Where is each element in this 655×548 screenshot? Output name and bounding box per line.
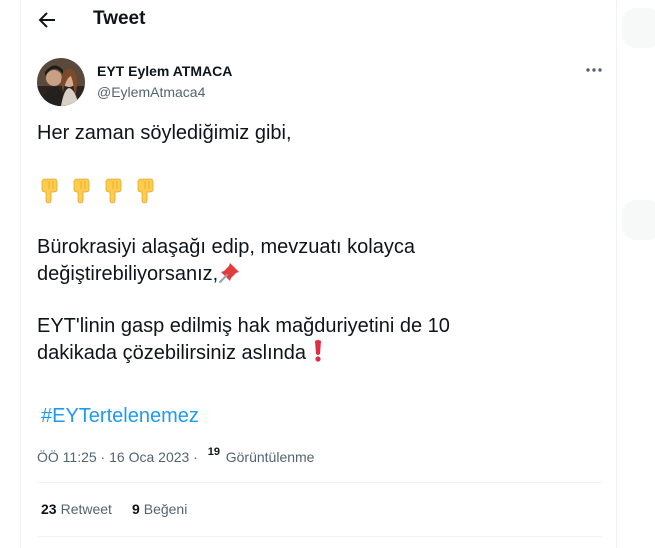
page-header: Tweet — [21, 0, 618, 40]
tweet-stats: 23 Retweet 9 Beğeni — [41, 501, 187, 517]
page-title: Tweet — [93, 8, 146, 29]
pushpin-icon — [219, 263, 240, 283]
meta-separator: · — [96, 449, 110, 465]
tweet-time[interactable]: ÖÖ 11:25 — [37, 449, 97, 465]
author-handle[interactable]: @EylemAtmaca4 — [97, 84, 205, 100]
more-horizontal-icon — [586, 68, 602, 72]
views-label: Görüntülenme — [225, 449, 315, 465]
tweet-line: Her zaman söylediğimiz gibi, — [37, 122, 292, 144]
tweet-line: EYT'linin gasp edilmiş hak mağduriyetini… — [37, 315, 450, 337]
views-count: 19 27 — [207, 447, 222, 458]
hashtag-link[interactable]: #EYTertelenemez — [41, 405, 199, 428]
arrow-left-icon — [38, 12, 55, 28]
pointing-down-icon — [105, 178, 122, 204]
pointing-down-icon — [73, 178, 90, 204]
avatar-photo — [37, 58, 85, 106]
tweet-line: değiştirebiliyorsanız, — [37, 260, 597, 287]
back-button[interactable] — [35, 8, 59, 32]
tweet-line-text: dakikada çözebilirsiniz aslında — [37, 342, 307, 364]
pointing-down-icon — [137, 178, 154, 204]
tweet-text: Her zaman söylediğimiz gibi, Bürokrasiyi… — [37, 120, 597, 366]
tweet-meta: ÖÖ 11:25 · 16 Oca 2023 · 19 27 Görüntüle… — [37, 447, 314, 467]
avatar[interactable] — [37, 58, 85, 106]
pointing-down-icon — [41, 178, 58, 204]
retweet-count: 23 — [41, 501, 57, 517]
retweet-label: Retweet — [60, 501, 112, 517]
likes-stat[interactable]: 9 Beğeni — [132, 501, 187, 517]
sidebar-panel — [622, 200, 655, 240]
divider — [37, 482, 602, 483]
retweets-stat[interactable]: 23 Retweet — [41, 501, 112, 517]
tweet-date[interactable]: 16 Oca 2023 — [109, 449, 189, 465]
sidebar-panel — [622, 8, 655, 48]
tweet-line-text: değiştirebiliyorsanız, — [37, 263, 219, 285]
tweet-line: Bürokrasiyi alaşağı edip, mevzuatı kolay… — [37, 236, 415, 258]
tweet-line: dakikada çözebilirsiniz aslında — [37, 339, 597, 366]
author-name[interactable]: EYT Eylem ATMACA — [97, 63, 232, 79]
tweet-column: Tweet EYT Eylem ATMACA @EylemAtmaca4 Her… — [20, 0, 617, 548]
pointing-down-row — [37, 178, 597, 204]
right-sidebar — [618, 0, 655, 548]
more-button[interactable] — [583, 62, 605, 78]
like-count: 9 — [131, 501, 140, 517]
red-exclamation-icon — [314, 340, 321, 362]
divider — [37, 536, 602, 537]
meta-separator: · — [189, 449, 202, 465]
like-label: Beğeni — [143, 501, 188, 517]
